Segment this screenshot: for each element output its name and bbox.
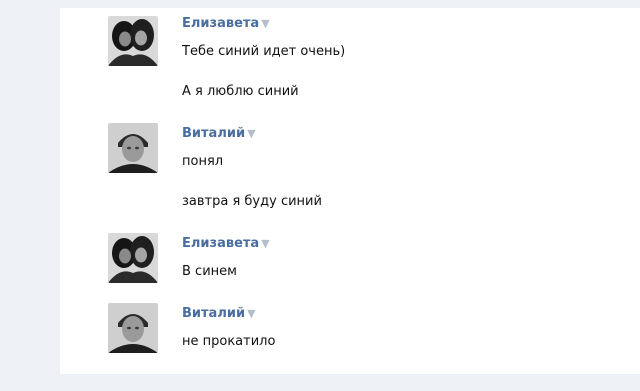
message-author[interactable]: Елизавета ▼ bbox=[182, 236, 270, 251]
avatar-elizaveta[interactable] bbox=[108, 233, 158, 283]
author-name[interactable]: Виталий bbox=[182, 306, 245, 321]
message-author[interactable]: Елизавета ▼ bbox=[182, 16, 270, 31]
author-name[interactable]: Елизавета bbox=[182, 16, 259, 31]
message-text: не прокатило bbox=[182, 334, 276, 349]
message-item: Елизавета ▼ В синем bbox=[108, 230, 628, 300]
caret-down-icon[interactable]: ▼ bbox=[261, 237, 269, 250]
message-item: Виталий ▼ не прокатило bbox=[108, 300, 628, 370]
message-text: понял bbox=[182, 154, 224, 169]
avatar-vitaliy[interactable] bbox=[108, 303, 158, 353]
message-text: Тебе синий идет очень) bbox=[182, 44, 346, 59]
message-author[interactable]: Виталий ▼ bbox=[182, 126, 256, 141]
message-text: завтра я буду синий bbox=[182, 194, 322, 209]
author-name[interactable]: Елизавета bbox=[182, 236, 259, 251]
caret-down-icon[interactable]: ▼ bbox=[247, 127, 255, 140]
avatar-vitaliy[interactable] bbox=[108, 123, 158, 173]
message-text: А я люблю синий bbox=[182, 84, 299, 99]
avatar-elizaveta[interactable] bbox=[108, 16, 158, 66]
message-history-panel: Елизавета ▼ Тебе синий идет очень) А я лю… bbox=[60, 8, 640, 374]
message-text: В синем bbox=[182, 264, 237, 279]
message-item: Елизавета ▼ Тебе синий идет очень) А я лю… bbox=[108, 10, 628, 110]
caret-down-icon[interactable]: ▼ bbox=[261, 17, 269, 30]
author-name[interactable]: Виталий bbox=[182, 126, 245, 141]
caret-down-icon[interactable]: ▼ bbox=[247, 307, 255, 320]
message-item: Виталий ▼ понял завтра я буду синий bbox=[108, 120, 628, 230]
message-author[interactable]: Виталий ▼ bbox=[182, 306, 256, 321]
